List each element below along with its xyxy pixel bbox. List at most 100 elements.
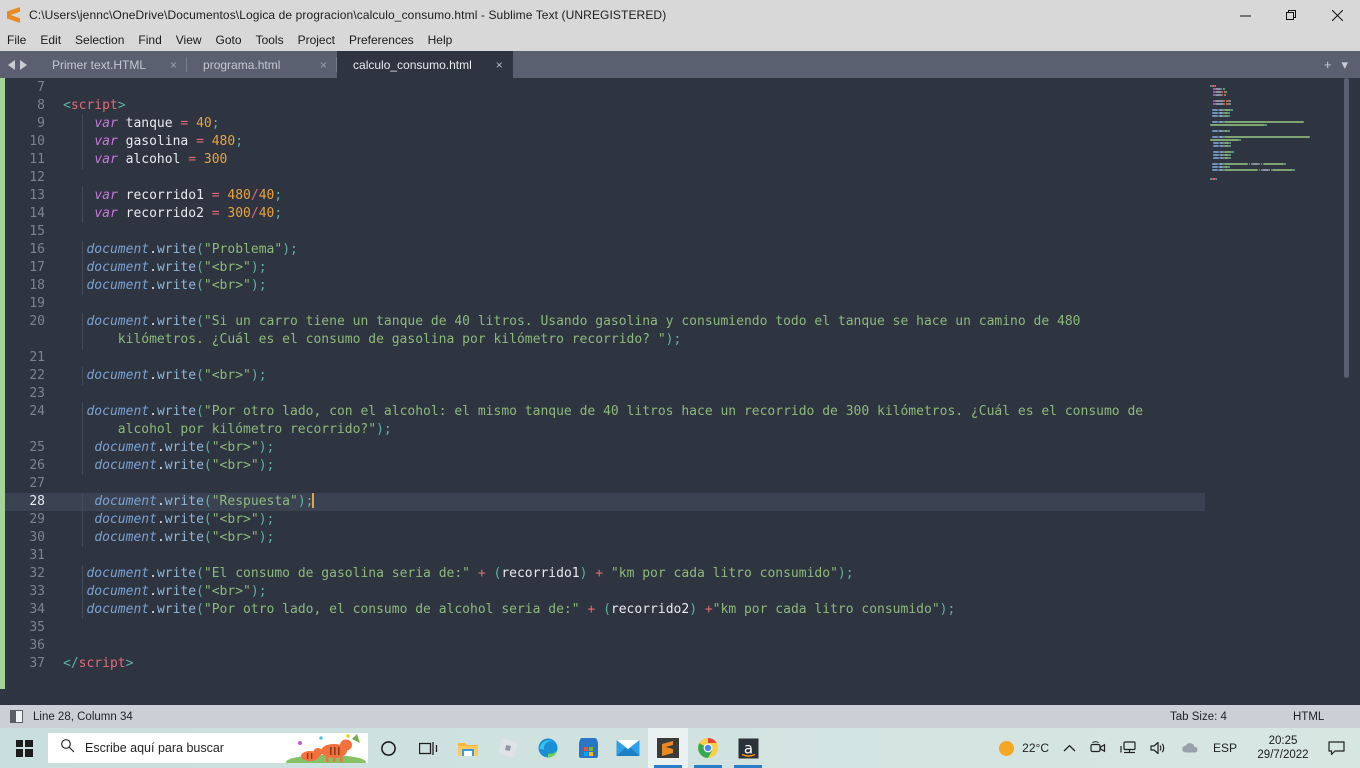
code-line[interactable]: 24 document.write("Por otro lado, con el… [5, 403, 1205, 421]
code-line[interactable]: kilómetros. ¿Cuál es el consumo de gasol… [5, 331, 1205, 349]
amazon-icon: a [738, 738, 758, 758]
taskbar-app-google-chrome[interactable] [688, 728, 728, 768]
code-line[interactable]: 14 var recorrido2 = 300/40; [5, 205, 1205, 223]
minimap[interactable] [1206, 78, 1351, 705]
minimap-line-block [1218, 115, 1223, 117]
menu-item-project[interactable]: Project [291, 30, 342, 51]
taskbar-app-sublime-text[interactable] [648, 728, 688, 768]
show-hidden-icons-button[interactable] [1056, 744, 1083, 753]
menu-item-tools[interactable]: Tools [249, 30, 291, 51]
code-line[interactable]: 31 [5, 547, 1205, 565]
code-line[interactable]: 35 [5, 619, 1205, 637]
start-button[interactable] [0, 728, 48, 768]
code-line[interactable]: alcohol por kilómetro recorrido?"); [5, 421, 1205, 439]
minimap-line-block [1215, 100, 1224, 102]
code-line[interactable]: 30 document.write("<br>"); [5, 529, 1205, 547]
menu-item-help[interactable]: Help [421, 30, 460, 51]
tab-close-icon[interactable]: × [146, 58, 177, 72]
line-number: 30 [29, 530, 45, 545]
tab-calculo-consumo-html[interactable]: calculo_consumo.html × [337, 51, 513, 78]
menu-item-goto[interactable]: Goto [209, 30, 249, 51]
weather-widget[interactable]: 22°C [992, 740, 1056, 756]
code-text: var alcohol = 300 [94, 152, 228, 167]
camera-tray-icon-button[interactable] [1083, 741, 1113, 755]
tab-close-icon[interactable]: × [296, 58, 327, 72]
code-text: document.write("El consumo de gasolina s… [86, 566, 854, 581]
code-line[interactable]: 18 document.write("<br>"); [5, 277, 1205, 295]
network-tray-icon-button[interactable] [1113, 741, 1143, 755]
line-number: 22 [29, 368, 45, 383]
code-line[interactable]: 23 [5, 385, 1205, 403]
menu-item-find[interactable]: Find [131, 30, 168, 51]
code-line[interactable]: 17 document.write("<br>"); [5, 259, 1205, 277]
code-line[interactable]: 16 document.write("Problema"); [5, 241, 1205, 259]
code-line[interactable]: 25 document.write("<br>"); [5, 439, 1205, 457]
code-text: <script> [63, 98, 126, 113]
close-button[interactable] [1314, 0, 1360, 30]
code-text: document.write("Por otro lado, el consum… [86, 602, 956, 617]
line-number: 33 [29, 584, 45, 599]
new-tab-button[interactable]: + [1324, 57, 1332, 72]
code-line[interactable]: 20 document.write("Si un carro tiene un … [5, 313, 1205, 331]
minimap-line-block [1218, 163, 1223, 165]
tab-programa-html[interactable]: programa.html × [187, 51, 338, 78]
code-line[interactable]: 36 [5, 637, 1205, 655]
code-line[interactable]: 9 var tanque = 40; [5, 115, 1205, 133]
code-line[interactable]: 12 [5, 169, 1205, 187]
maximize-restore-button[interactable] [1268, 0, 1314, 30]
taskbar-app-edge[interactable] [528, 728, 568, 768]
code-line[interactable]: 15 [5, 223, 1205, 241]
code-line[interactable]: 29 document.write("<br>"); [5, 511, 1205, 529]
line-number: 8 [37, 98, 45, 113]
code-line[interactable]: 32 document.write("El consumo de gasolin… [5, 565, 1205, 583]
taskbar-clock[interactable]: 20:25 29/7/2022 [1244, 734, 1322, 762]
next-tab-arrow-icon[interactable] [20, 59, 27, 70]
code-line[interactable]: 33 document.write("<br>"); [5, 583, 1205, 601]
taskbar-app-microsoft-store[interactable] [568, 728, 608, 768]
tab-size-indicator[interactable]: Tab Size: 4 [1170, 711, 1227, 723]
menu-item-file[interactable]: File [0, 30, 33, 51]
taskbar-app-amazon[interactable]: a [728, 728, 768, 768]
taskbar-search-input[interactable]: Escribe aquí para buscar [48, 733, 368, 763]
line-number: 19 [29, 296, 45, 311]
task-view-button[interactable] [408, 728, 448, 768]
code-line[interactable]: 7 [5, 79, 1205, 97]
taskbar-app-mail[interactable] [608, 728, 648, 768]
tab-close-icon[interactable]: × [472, 58, 503, 72]
code-line[interactable]: 8 <script> [5, 97, 1205, 115]
code-line-active[interactable]: 28 document.write("Respuesta"); [5, 493, 1205, 511]
code-line[interactable]: 22 document.write("<br>"); [5, 367, 1205, 385]
menu-item-preferences[interactable]: Preferences [342, 30, 421, 51]
code-line[interactable]: 13 var recorrido1 = 480/40; [5, 187, 1205, 205]
code-line[interactable]: 10 var gasolina = 480; [5, 133, 1205, 151]
code-line[interactable]: 26 document.write("<br>"); [5, 457, 1205, 475]
volume-tray-icon-button[interactable] [1143, 741, 1174, 755]
menu-item-view[interactable]: View [169, 30, 209, 51]
line-number: 13 [29, 188, 45, 203]
taskbar-app-roblox[interactable] [488, 728, 528, 768]
code-line[interactable]: 27 [5, 475, 1205, 493]
minimize-button[interactable] [1222, 0, 1268, 30]
minimap-scrollbar[interactable] [1344, 78, 1349, 378]
code-line[interactable]: 37 </script> [5, 655, 1205, 673]
tab-menu-button[interactable]: ▾ [1341, 57, 1348, 73]
prev-tab-arrow-icon[interactable] [8, 59, 15, 70]
code-content[interactable]: 7 8 <script> 9 var tanque = 40; 10 var gasol… [5, 78, 1205, 705]
cortana-button[interactable] [368, 728, 408, 768]
sidebar-toggle-icon[interactable] [10, 710, 23, 723]
taskbar-app-file-explorer[interactable] [448, 728, 488, 768]
code-line[interactable]: 11 var alcohol = 300 [5, 151, 1205, 169]
code-line[interactable]: 34 document.write("Por otro lado, el con… [5, 601, 1205, 619]
syntax-indicator[interactable]: HTML [1293, 711, 1324, 723]
tab-primer-text-html[interactable]: Primer text.HTML × [36, 51, 188, 78]
code-line[interactable]: 21 [5, 349, 1205, 367]
menu-item-selection[interactable]: Selection [68, 30, 131, 51]
code-line[interactable]: 19 [5, 295, 1205, 313]
code-editor[interactable]: 7 8 <script> 9 var tanque = 40; 10 var gasol… [0, 78, 1360, 705]
minimap-line-block [1285, 163, 1287, 165]
onedrive-tray-icon-button[interactable] [1174, 742, 1206, 754]
menu-item-edit[interactable]: Edit [33, 30, 68, 51]
line-number: 29 [29, 512, 45, 527]
notification-center-button[interactable] [1322, 740, 1356, 756]
language-indicator[interactable]: ESP [1206, 741, 1244, 755]
